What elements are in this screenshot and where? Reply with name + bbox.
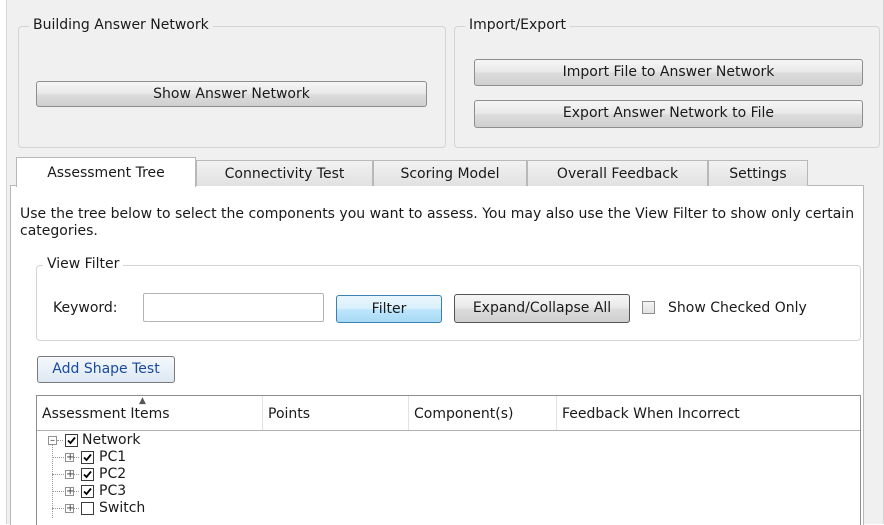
expand-icon[interactable]: + [65,470,74,480]
tree-connector [52,491,64,492]
column-header-assessment-items[interactable]: Assessment Items ▲ [37,396,263,430]
tree-row-pc2[interactable]: + PC2 [37,466,337,483]
instructions-text: Use the tree below to select the compone… [20,206,855,239]
tab-settings[interactable]: Settings [708,160,808,186]
tab-assessment-tree[interactable]: Assessment Tree [16,157,196,187]
tree-connector [52,474,64,475]
import-export-group-title: Import/Export [465,17,571,33]
tree-row-pc3[interactable]: + PC3 [37,483,337,500]
tree-connector [74,457,79,458]
export-file-button[interactable]: Export Answer Network to File [474,100,863,128]
keyword-label: Keyword: [53,300,118,316]
view-filter-title: View Filter [43,256,124,272]
filter-button[interactable]: Filter [336,295,442,323]
checkmark-icon [67,436,76,445]
tab-overall-feedback[interactable]: Overall Feedback [527,160,708,186]
add-shape-test-button[interactable]: Add Shape Test [37,356,175,383]
tree-item-label: PC3 [99,483,127,499]
show-checked-only-checkbox[interactable] [642,301,655,314]
tab-connectivity-test[interactable]: Connectivity Test [196,160,373,186]
pc2-checkbox[interactable] [81,468,94,481]
collapse-icon[interactable]: – [48,436,57,446]
tree-connector [74,474,79,475]
expand-icon[interactable]: + [65,487,74,497]
tree-connector [57,440,63,441]
column-header-assessment-items-label: Assessment Items [42,406,170,422]
tree-connector [52,457,64,458]
column-header-points[interactable]: Points [263,396,409,430]
column-header-components[interactable]: Component(s) [409,396,557,430]
column-header-feedback[interactable]: Feedback When Incorrect [557,396,860,430]
tab-scoring-model[interactable]: Scoring Model [373,160,527,186]
tree-item-label: PC1 [99,449,127,465]
import-file-button[interactable]: Import File to Answer Network [474,59,863,86]
checkmark-icon [83,453,92,462]
show-answer-network-button[interactable]: Show Answer Network [36,81,427,107]
show-checked-only-label: Show Checked Only [668,300,807,316]
building-group-title: Building Answer Network [29,17,213,33]
expand-icon[interactable]: + [65,504,74,514]
tree-row-network[interactable]: – Network [37,432,337,449]
pc3-checkbox[interactable] [81,485,94,498]
switch-checkbox[interactable] [81,502,94,515]
network-checkbox[interactable] [65,434,78,447]
tree-row-pc1[interactable]: + PC1 [37,449,337,466]
assessment-items-grid: Assessment Items ▲ Points Component(s) F… [36,395,861,525]
import-export-group: Import/Export [454,17,880,148]
pc1-checkbox[interactable] [81,451,94,464]
tree-connector [74,508,79,509]
expand-icon[interactable]: + [65,453,74,463]
tree-item-label: PC2 [99,466,127,482]
grid-header: Assessment Items ▲ Points Component(s) F… [37,396,860,431]
tree-row-switch[interactable]: + Switch [37,500,337,517]
tree-connector [74,491,79,492]
keyword-input[interactable] [143,293,324,322]
checkmark-icon [83,487,92,496]
sort-ascending-icon: ▲ [139,396,146,406]
tree-item-label: Switch [99,500,146,516]
tree-connector [52,508,64,509]
checkmark-icon [83,470,92,479]
tree-item-label: Network [82,432,141,448]
expand-collapse-all-button[interactable]: Expand/Collapse All [454,294,630,323]
